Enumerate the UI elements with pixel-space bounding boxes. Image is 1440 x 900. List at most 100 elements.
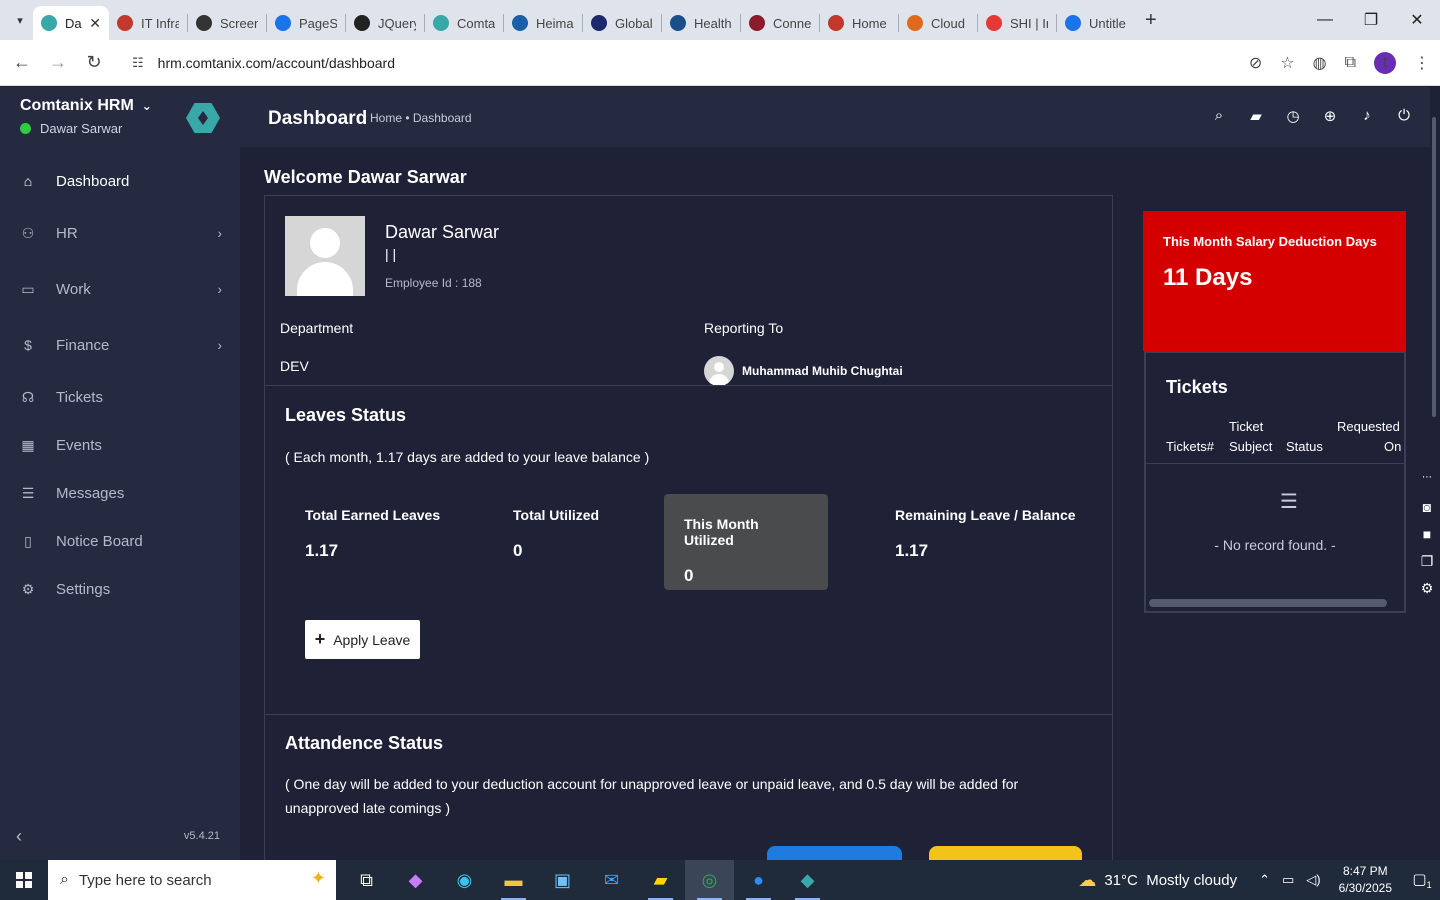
settings-cog-icon[interactable]: ⚙ [1414,580,1440,607]
task-view-icon[interactable]: ⧉ [342,860,391,900]
search-icon[interactable]: ⌕ [1211,107,1227,125]
tab-title: Cloud [931,15,965,31]
tab-favicon-icon [907,15,923,31]
bookmark-star-icon[interactable]: ☆ [1280,53,1294,73]
chrome-icon[interactable]: ◎ [685,860,734,900]
profile-avatar[interactable]: t [1374,52,1396,74]
horizontal-scrollbar[interactable] [1149,599,1387,607]
breadcrumb[interactable]: Home • Dashboard [370,111,472,125]
maximize-icon[interactable]: ❐ [1348,10,1394,30]
browser-tab[interactable]: Screen [188,6,266,40]
browser-tab[interactable]: Home [820,6,898,40]
back-arrow-icon[interactable]: ← [4,52,40,73]
tab-search-button[interactable]: ▾ [7,7,33,33]
tracking-off-icon[interactable]: ⊘ [1249,53,1262,73]
browser-tab[interactable]: Cloud [899,6,977,40]
sticky-note-icon[interactable]: ▰ [1248,107,1264,125]
manager-name[interactable]: Muhammad Muhib Chughtai [742,364,903,378]
brand-switcher[interactable]: Comtanix HRM ⌄ [20,97,152,115]
chevron-right-icon: › [217,337,222,353]
browser-tab[interactable]: JQuery [346,6,424,40]
network-icon[interactable]: ▭ [1282,872,1294,888]
browser-tab[interactable]: Health [662,6,740,40]
chevron-up-icon[interactable]: ⌃ [1259,872,1270,888]
weather-widget[interactable]: ☁ 1 31°C Mostly cloudy [1078,870,1237,891]
file-explorer-icon[interactable]: ▬ [489,860,538,900]
apply-leave-label: Apply Leave [333,631,411,648]
sticky-notes-icon[interactable]: ▰ [636,860,685,900]
new-tab-button[interactable]: + [1145,9,1157,32]
mail-icon[interactable]: ✉ [587,860,636,900]
tab-favicon-icon [512,15,528,31]
chevron-right-icon: › [217,225,222,241]
sidebar-item-events[interactable]: ▦ Events [0,421,240,469]
department-label: Department [280,320,354,336]
copy-icon[interactable]: ❐ [1414,553,1440,580]
close-window-icon[interactable]: ✕ [1394,10,1440,30]
apply-leave-button[interactable]: + Apply Leave [305,620,420,659]
bell-icon[interactable]: ♪ [1359,107,1375,125]
app-logo[interactable] [186,103,220,133]
video-icon[interactable]: ■ [1414,526,1440,553]
month-utilized-value: 0 [684,566,694,585]
comtanix-app-icon[interactable]: ◆ [783,860,832,900]
taskbar-search[interactable]: ⌕ Type here to search ✦ [48,860,336,900]
browser-tab[interactable]: Conne [741,6,819,40]
floating-toolbar: ⋯ ◙ ■ ❐ ⚙ [1414,472,1440,596]
zoom-icon[interactable]: ● [734,860,783,900]
add-circle-icon[interactable]: ⊕ [1322,107,1338,125]
month-utilized-label: This Month Utilized [684,516,759,548]
sidebar-item-label: HR [56,224,78,242]
col-ticket-number[interactable]: Tickets# [1166,437,1214,457]
extensions-icon[interactable]: ⧉ [1345,54,1356,72]
site-info-icon[interactable]: ☷ [132,55,144,71]
browser-tab[interactable]: Comta [425,6,503,40]
notification-center-icon[interactable]: ▢1 [1404,870,1440,890]
browser-tab[interactable]: Global [583,6,661,40]
sidebar-item-dashboard[interactable]: ⌂ Dashboard [0,157,240,205]
address-bar[interactable]: ☷ hrm.comtanix.com/account/dashboard [120,46,1270,80]
col-requested-line1[interactable]: Requested [1337,417,1400,437]
sidebar-item-finance[interactable]: $ Finance › [0,317,240,373]
tab-close-icon[interactable]: ✕ [89,15,101,32]
department-value: DEV [280,358,309,374]
employee-designation: | | [385,246,397,262]
clock-icon[interactable]: ◷ [1285,107,1301,125]
col-subject-line1[interactable]: Ticket [1229,417,1263,437]
volume-icon[interactable]: ◁) [1306,872,1320,888]
browser-tab[interactable]: IT Infra [109,6,187,40]
browser-tab[interactable]: PageSp [267,6,345,40]
minimize-icon[interactable]: — [1302,11,1348,29]
camera-icon[interactable]: ◙ [1414,499,1440,526]
sidebar-item-settings[interactable]: ⚙ Settings [0,565,240,613]
browser-tab[interactable]: Heima [504,6,582,40]
store-icon[interactable]: ▣ [538,860,587,900]
clock-date: 6/30/2025 [1338,881,1392,895]
grip-icon[interactable]: ⋯ [1414,472,1440,499]
sidebar-item-messages[interactable]: ☰ Messages [0,469,240,517]
forward-arrow-icon[interactable]: → [40,52,76,73]
sidebar-item-tickets[interactable]: ☊ Tickets [0,373,240,421]
system-clock[interactable]: 8:47 PM 6/30/2025 [1339,863,1392,897]
translate-icon[interactable]: ◍ [1313,53,1327,73]
copilot-icon[interactable]: ◆ [391,860,440,900]
browser-tab[interactable]: SHI | In [978,6,1056,40]
col-status[interactable]: Status [1286,437,1323,457]
power-icon[interactable]: ⏻ [1396,107,1412,125]
start-button[interactable] [0,860,48,900]
tab-favicon-icon [196,15,212,31]
col-requested-line2[interactable]: On [1384,437,1401,457]
collapse-sidebar-icon[interactable]: ‹ [16,826,22,847]
menu-dots-icon[interactable]: ⋮ [1414,53,1430,73]
tab-favicon-icon [591,15,607,31]
sidebar-item-hr[interactable]: ⚇ HR › [0,205,240,261]
message-icon: ☰ [21,484,35,501]
col-subject-line2[interactable]: Subject [1229,437,1272,457]
browser-tab[interactable]: Da ✕ [33,6,109,40]
url-text: hrm.comtanix.com/account/dashboard [157,55,395,71]
browser-tab[interactable]: Untitle [1057,6,1135,40]
edge-icon[interactable]: ◉ [440,860,489,900]
reload-icon[interactable]: ↻ [76,52,112,73]
sidebar-item-work[interactable]: ▭ Work › [0,261,240,317]
sidebar-item-notice-board[interactable]: ▯ Notice Board [0,517,240,565]
